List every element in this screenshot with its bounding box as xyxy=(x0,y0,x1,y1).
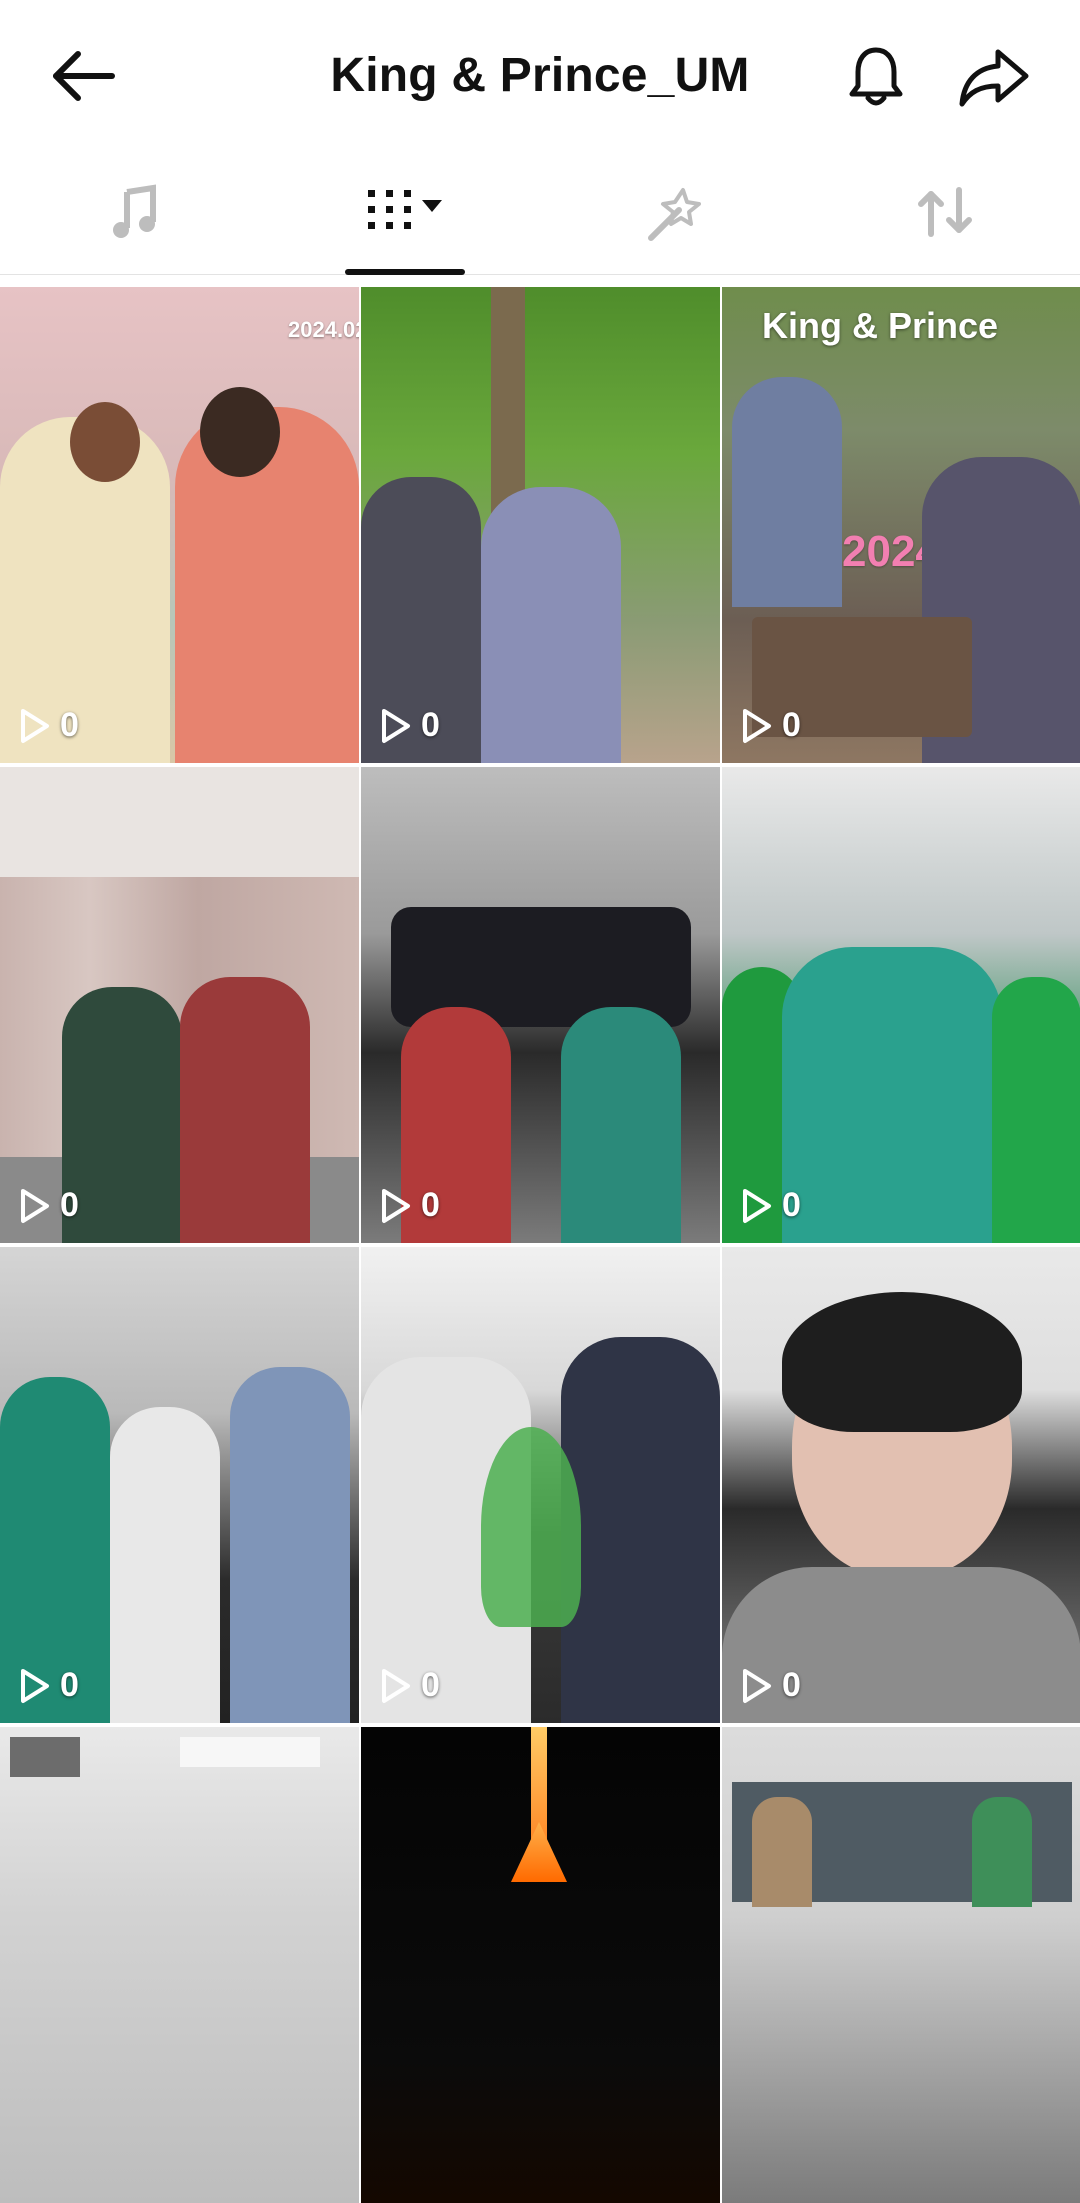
thumbnail-figure xyxy=(732,377,842,607)
play-icon xyxy=(382,1668,410,1703)
profile-tabs xyxy=(0,150,1080,275)
active-tab-indicator xyxy=(345,269,465,275)
video-grid-icon xyxy=(368,190,442,229)
view-count-text: 0 xyxy=(421,1186,440,1224)
video-thumbnail[interactable]: 0 xyxy=(361,287,720,763)
thumbnail-figure xyxy=(62,987,182,1243)
video-thumbnail[interactable]: 0 xyxy=(361,767,720,1243)
view-count: 0 xyxy=(381,706,440,745)
thumbnail-figure xyxy=(992,977,1080,1243)
view-count: 0 xyxy=(742,1186,801,1225)
tab-reposts[interactable] xyxy=(865,150,1025,274)
thumbnail-figure xyxy=(110,1407,220,1723)
play-icon xyxy=(21,708,49,743)
thumbnail-hair xyxy=(782,1292,1022,1432)
thumbnail-head xyxy=(200,387,280,477)
tab-videos[interactable] xyxy=(325,150,485,274)
play-icon xyxy=(21,1668,49,1703)
bell-icon xyxy=(849,47,903,106)
play-icon xyxy=(382,1188,410,1223)
thumbnail-figure xyxy=(180,977,310,1243)
page-title: King & Prince_UM xyxy=(330,49,750,102)
thumbnail-light xyxy=(180,1737,320,1767)
thumbnail-figure xyxy=(972,1797,1032,1907)
view-count-text: 0 xyxy=(60,1666,79,1704)
view-count: 0 xyxy=(20,1666,79,1705)
view-count-text: 0 xyxy=(421,706,440,744)
tab-effects[interactable] xyxy=(595,150,755,274)
thumbnail-date-text: 2024.02 xyxy=(288,317,359,342)
video-grid: 2024.02 0 0 King & Prince 2024.08 0 xyxy=(0,287,1080,2203)
thumbnail-tower-base xyxy=(511,1822,567,1882)
view-count-text: 0 xyxy=(782,1186,801,1224)
play-icon xyxy=(743,1188,771,1223)
share-button[interactable] xyxy=(958,44,1030,110)
thumbnail-figure xyxy=(561,1007,681,1243)
video-thumbnail[interactable]: 0 xyxy=(361,1247,720,1723)
video-thumbnail[interactable]: King & Prince 2024.08 0 xyxy=(722,287,1080,763)
thumbnail-ceiling xyxy=(0,767,359,877)
share-icon xyxy=(959,49,1029,107)
thumbnail-title-text: King & Prince xyxy=(762,305,999,346)
view-count: 0 xyxy=(20,1186,79,1225)
video-thumbnail[interactable] xyxy=(361,1727,720,2203)
view-count-text: 0 xyxy=(60,706,79,744)
music-note-icon xyxy=(113,184,156,238)
top-bar: King & Prince_UM xyxy=(0,0,1080,150)
magic-wand-icon xyxy=(648,188,701,241)
video-thumbnail[interactable]: 0 xyxy=(0,767,359,1243)
tab-music[interactable] xyxy=(55,150,215,274)
thumbnail-figure xyxy=(782,947,1002,1243)
thumbnail-figure xyxy=(561,1337,720,1723)
view-count: 0 xyxy=(381,1186,440,1225)
view-count-text: 0 xyxy=(60,1186,79,1224)
play-icon xyxy=(382,708,410,743)
thumbnail-figure xyxy=(752,1797,812,1907)
notification-button[interactable] xyxy=(840,40,912,112)
play-icon xyxy=(21,1188,49,1223)
thumbnail-vent xyxy=(10,1737,80,1777)
view-count: 0 xyxy=(381,1666,440,1705)
thumbnail-plant xyxy=(481,1427,581,1627)
video-thumbnail[interactable]: 0 xyxy=(722,767,1080,1243)
view-count: 0 xyxy=(742,706,801,745)
repost-icon xyxy=(918,187,972,237)
view-count-text: 0 xyxy=(421,1666,440,1704)
play-icon xyxy=(743,1668,771,1703)
video-thumbnail[interactable]: 0 xyxy=(722,1247,1080,1723)
view-count-text: 0 xyxy=(782,1666,801,1704)
video-thumbnail[interactable]: 2024.02 0 xyxy=(0,287,359,763)
video-thumbnail[interactable]: 0 xyxy=(0,1247,359,1723)
thumbnail-figure xyxy=(230,1367,350,1723)
thumbnail-head xyxy=(70,402,140,482)
view-count-text: 0 xyxy=(782,706,801,744)
view-count: 0 xyxy=(20,706,79,745)
play-icon xyxy=(743,708,771,743)
video-thumbnail[interactable] xyxy=(0,1727,359,2203)
view-count: 0 xyxy=(742,1666,801,1705)
video-thumbnail[interactable] xyxy=(722,1727,1080,2203)
thumbnail-figure xyxy=(481,487,621,763)
